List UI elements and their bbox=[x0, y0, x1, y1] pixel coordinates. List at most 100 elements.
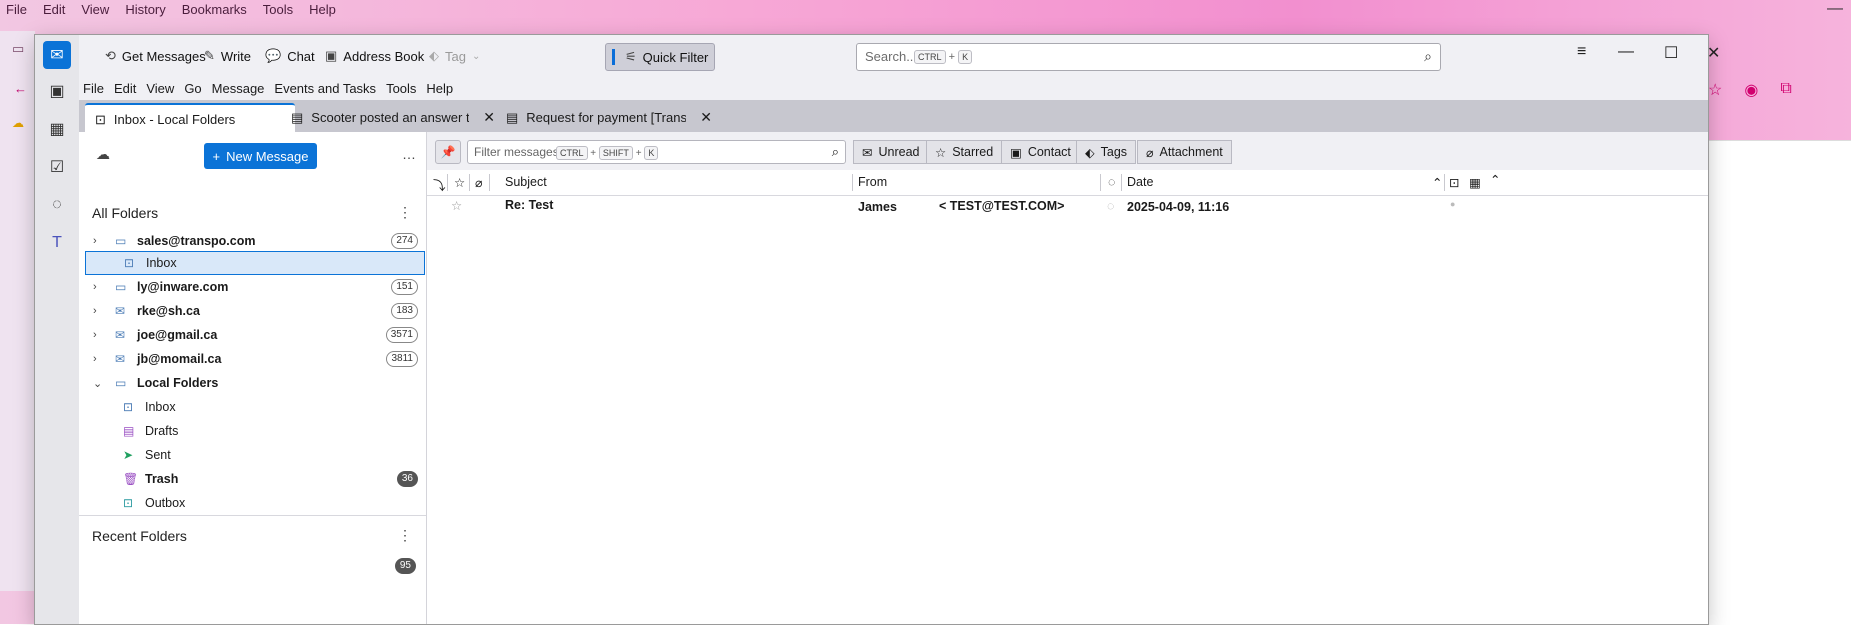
chevron-right-icon[interactable]: › bbox=[93, 281, 107, 293]
folder-account-joe[interactable]: › ✉ joe@gmail.ca 3571 bbox=[85, 323, 428, 347]
all-folders-menu-icon[interactable]: ⋮ bbox=[398, 204, 412, 221]
paperclip-icon: ⌀ bbox=[1146, 145, 1154, 160]
minimize-icon[interactable]: — bbox=[1827, 0, 1843, 18]
write-button[interactable]: ✎ Write bbox=[198, 43, 257, 69]
quick-filter-indicator bbox=[612, 49, 615, 65]
folder-trash[interactable]: 🗑 Trash 36 bbox=[85, 467, 428, 491]
calendar-space-icon[interactable]: ▦ bbox=[43, 115, 71, 143]
screenshot-icon[interactable]: ◉ bbox=[1744, 80, 1758, 100]
bg-menu-file[interactable]: File bbox=[0, 0, 35, 20]
folder-local-inbox[interactable]: ⊡ Inbox bbox=[85, 395, 428, 419]
folder-account-ly[interactable]: › ▭ ly@inware.com 151 bbox=[85, 275, 428, 299]
filter-contact-button[interactable]: ▣ Contact bbox=[1001, 140, 1080, 164]
filter-starred-button[interactable]: ☆ Starred bbox=[926, 140, 1003, 164]
extensions-icon[interactable]: ⧉ bbox=[1780, 80, 1791, 100]
from-column-header[interactable]: From bbox=[858, 175, 887, 189]
message-tab-icon: ▤ bbox=[291, 109, 304, 125]
maximize-window-icon[interactable]: ☐ bbox=[1664, 43, 1678, 63]
star-toggle-icon[interactable]: ☆ bbox=[451, 198, 462, 213]
chevron-down-icon[interactable]: ⌄ bbox=[93, 377, 107, 390]
chevron-right-icon[interactable]: › bbox=[93, 305, 107, 317]
folder-account-sales[interactable]: › ▭ sales@transpo.com 274 bbox=[85, 229, 428, 253]
mail-account-icon: ✉ bbox=[115, 352, 126, 366]
read-status-icon[interactable]: ◌ bbox=[1107, 199, 1114, 213]
chat-space-icon[interactable]: ◌ bbox=[43, 191, 71, 219]
tasks-space-icon[interactable]: ☑ bbox=[43, 153, 71, 181]
bg-menu-bookmarks[interactable]: Bookmarks bbox=[174, 0, 255, 20]
bg-menu-edit[interactable]: Edit bbox=[35, 0, 73, 20]
tab-payment[interactable]: ▤ Request for payment [Transaction # ✕ bbox=[496, 103, 738, 132]
delete-column-icon[interactable]: ⊡ bbox=[1449, 175, 1459, 190]
minimize-window-icon[interactable]: — bbox=[1618, 43, 1634, 61]
date-column-header[interactable]: Date bbox=[1127, 175, 1153, 189]
bg-menu-view[interactable]: View bbox=[73, 0, 117, 20]
sort-ascending-icon[interactable]: ⌃ bbox=[1432, 175, 1442, 190]
tag-button[interactable]: ⬖ Tag ⌄ bbox=[423, 43, 486, 69]
chevron-right-icon[interactable]: › bbox=[93, 353, 107, 365]
tabs-icon[interactable]: ▭ bbox=[12, 41, 30, 59]
bg-menu-help[interactable]: Help bbox=[301, 0, 344, 20]
message-row[interactable]: ☆ Re: Test James < TEST@TEST.COM> ◌ 2025… bbox=[427, 196, 1708, 219]
menu-message[interactable]: Message bbox=[208, 78, 271, 100]
filter-unread-button[interactable]: ✉ Unread bbox=[853, 140, 929, 164]
get-messages-button[interactable]: ⟲ Get Messages bbox=[99, 43, 212, 69]
search-icon[interactable]: ⌕ bbox=[1424, 48, 1432, 65]
get-messages-folder-icon[interactable]: ☁ bbox=[96, 146, 110, 163]
bg-menu-history[interactable]: History bbox=[117, 0, 173, 20]
recent-folders-menu-icon[interactable]: ⋮ bbox=[398, 527, 412, 544]
scroll-up-icon[interactable]: ⌃ bbox=[1490, 172, 1500, 187]
folder-outbox[interactable]: ⊡ Outbox bbox=[85, 491, 428, 515]
more-options-icon[interactable]: … bbox=[402, 146, 416, 162]
tab-inbox[interactable]: ⊡ Inbox - Local Folders bbox=[85, 103, 295, 134]
unread-count: 151 bbox=[391, 279, 418, 295]
menu-go[interactable]: Go bbox=[180, 78, 207, 100]
pin-filter-button[interactable]: 📌 bbox=[435, 140, 461, 164]
folder-sent[interactable]: ➤ Sent bbox=[85, 443, 428, 467]
folder-local-folders[interactable]: ⌄ ▭ Local Folders bbox=[85, 371, 428, 395]
menu-help[interactable]: Help bbox=[422, 78, 459, 100]
chat-button[interactable]: 💬 Chat bbox=[259, 43, 321, 69]
unread-count: 36 bbox=[396, 471, 418, 487]
menu-tools[interactable]: Tools bbox=[382, 78, 422, 100]
quick-filter-button[interactable]: ⚟ Quick Filter bbox=[605, 43, 716, 71]
attachment-column-icon[interactable]: ⌀ bbox=[475, 175, 483, 190]
menu-events-tasks[interactable]: Events and Tasks bbox=[270, 78, 382, 100]
address-book-space-icon[interactable]: ▣ bbox=[43, 77, 71, 105]
address-book-button[interactable]: ▣ Address Book bbox=[319, 43, 430, 69]
search-icon[interactable]: ⌕ bbox=[832, 144, 839, 160]
subject-column-header[interactable]: Subject bbox=[505, 175, 547, 189]
menu-edit[interactable]: Edit bbox=[110, 78, 142, 100]
delete-icon[interactable]: ● bbox=[1450, 199, 1455, 209]
folder-sales-inbox[interactable]: ⊡ Inbox bbox=[85, 251, 425, 275]
contact-icon: ▣ bbox=[1010, 145, 1022, 160]
filter-tags-button[interactable]: ⬖ Tags bbox=[1076, 140, 1137, 164]
message-tab-icon: ▤ bbox=[506, 109, 519, 125]
mail-space-icon[interactable]: ✉ bbox=[43, 41, 71, 69]
bg-menu-tools[interactable]: Tools bbox=[255, 0, 301, 20]
folder-account-rke[interactable]: › ✉ rke@sh.ca 183 bbox=[85, 299, 428, 323]
read-status-column-icon[interactable]: ◌ bbox=[1108, 175, 1115, 189]
close-tab-icon[interactable]: ✕ bbox=[700, 109, 712, 126]
filter-messages-input[interactable]: Filter messages... CTRL + SHIFT + K ⌕ bbox=[467, 140, 846, 164]
thread-column-icon[interactable]: ⤵ bbox=[433, 175, 446, 194]
chevron-right-icon[interactable]: › bbox=[93, 329, 107, 341]
new-message-button[interactable]: + New Message bbox=[204, 143, 317, 169]
chat-label: Chat bbox=[287, 48, 315, 64]
column-picker-icon[interactable]: ▦ bbox=[1469, 175, 1481, 190]
folder-drafts[interactable]: ▤ Drafts bbox=[85, 419, 428, 443]
back-arrow-icon[interactable]: ← bbox=[14, 81, 32, 99]
filter-attachment-button[interactable]: ⌀ Attachment bbox=[1137, 140, 1232, 164]
close-tab-icon[interactable]: ✕ bbox=[483, 109, 495, 126]
bookmark-star-icon[interactable]: ☆ bbox=[1708, 80, 1722, 100]
app-menu-icon[interactable]: ≡ bbox=[1577, 43, 1586, 61]
global-search-input[interactable]: Search... CTRL + K ⌕ bbox=[856, 43, 1441, 71]
menu-file[interactable]: File bbox=[79, 78, 110, 100]
pin-icon: 📌 bbox=[440, 145, 456, 159]
close-window-icon[interactable]: ✕ bbox=[1707, 43, 1720, 63]
chevron-right-icon[interactable]: › bbox=[93, 235, 107, 247]
teams-icon[interactable]: T bbox=[43, 229, 71, 257]
tab-scooter[interactable]: ▤ Scooter posted an answer to your q ✕ bbox=[281, 103, 513, 132]
star-column-icon[interactable]: ☆ bbox=[454, 175, 465, 190]
folder-account-jb[interactable]: › ✉ jb@momail.ca 3811 bbox=[85, 347, 428, 371]
menu-view[interactable]: View bbox=[142, 78, 180, 100]
